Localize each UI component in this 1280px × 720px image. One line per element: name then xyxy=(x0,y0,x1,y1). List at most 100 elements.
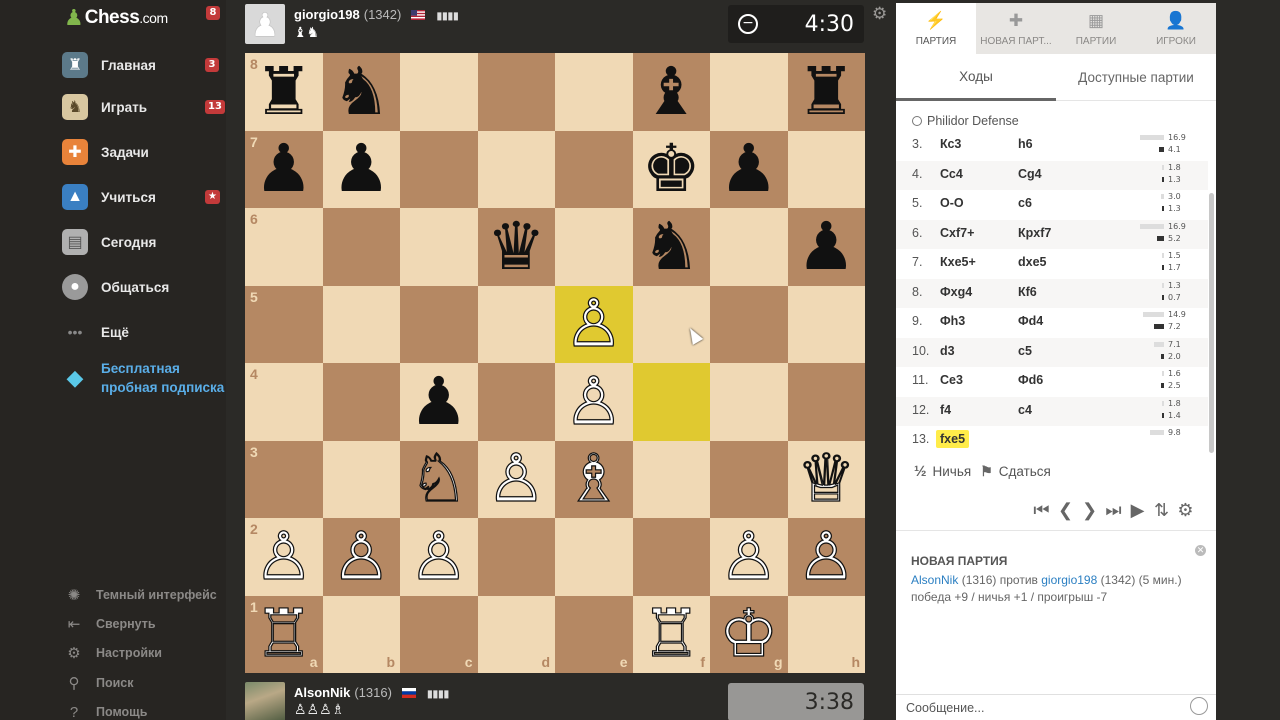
square-a6[interactable]: 6 xyxy=(245,208,323,286)
square-c6[interactable] xyxy=(400,208,478,286)
sidebar-item-social[interactable]: ● Общаться xyxy=(0,267,226,307)
chess-piece-icon[interactable]: ♟ xyxy=(797,213,856,280)
square-c1[interactable]: c xyxy=(400,595,478,673)
chat-input[interactable]: Сообщение... xyxy=(896,694,1216,720)
square-b5[interactable] xyxy=(322,285,400,363)
next-move-icon[interactable]: ❯ xyxy=(1080,500,1099,521)
square-g7[interactable]: ♟ xyxy=(710,130,788,208)
tab-games[interactable]: ▦ ПАРТИИ xyxy=(1056,3,1136,54)
black-move[interactable]: Кf6 xyxy=(1014,283,1041,301)
square-b1[interactable]: b xyxy=(322,595,400,673)
chess-piece-icon[interactable]: ♟ xyxy=(409,368,468,435)
black-move[interactable]: Сg4 xyxy=(1014,165,1046,183)
chess-piece-icon[interactable]: ♘ xyxy=(409,445,469,512)
chess-piece-icon[interactable]: ♜ xyxy=(254,58,313,125)
square-c2[interactable]: ♙ xyxy=(400,518,478,596)
black-move[interactable]: c4 xyxy=(1014,401,1036,419)
black-move[interactable]: Крxf7 xyxy=(1014,224,1055,242)
subtab-moves[interactable]: Ходы xyxy=(896,54,1056,101)
tab-game[interactable]: ⚡ ПАРТИЯ xyxy=(896,3,976,54)
square-g2[interactable]: ♙ xyxy=(710,518,788,596)
chess-logo[interactable]: ♟ Chess.com xyxy=(64,4,168,32)
white-move[interactable]: f4 xyxy=(936,401,955,419)
chess-piece-icon[interactable]: ♙ xyxy=(331,523,391,590)
square-b8[interactable]: ♞ xyxy=(322,53,400,131)
black-move[interactable]: dxe5 xyxy=(1014,253,1051,271)
chess-piece-icon[interactable]: ♞ xyxy=(642,213,701,280)
white-move[interactable]: Кс3 xyxy=(936,135,965,153)
board-settings-gear-icon[interactable]: ⚙ xyxy=(872,4,887,24)
square-a5[interactable]: 5 xyxy=(245,285,323,363)
square-b7[interactable]: ♟ xyxy=(322,130,400,208)
white-move[interactable]: fxe5 xyxy=(936,430,970,448)
square-h4[interactable] xyxy=(787,363,865,441)
chess-piece-icon[interactable]: ♜ xyxy=(797,58,856,125)
chess-piece-icon[interactable]: ♕ xyxy=(796,445,856,512)
search-link[interactable]: ⚲ Поиск xyxy=(0,669,226,697)
dark-mode-toggle[interactable]: ✺ Темный интерфейс xyxy=(0,581,226,609)
first-move-icon[interactable]: ⏮ xyxy=(1032,500,1051,521)
player-name[interactable]: giorgio198 xyxy=(294,7,360,22)
player-link[interactable]: giorgio198 xyxy=(1041,573,1097,587)
square-h1[interactable]: h xyxy=(787,595,865,673)
chess-piece-icon[interactable]: ♙ xyxy=(564,368,624,435)
gear-icon[interactable]: ⚙ xyxy=(1176,500,1195,521)
player-link[interactable]: AlsonNik xyxy=(911,573,958,587)
square-h8[interactable]: ♜ xyxy=(787,53,865,131)
square-g4[interactable] xyxy=(710,363,788,441)
square-e8[interactable] xyxy=(555,53,633,131)
emoji-icon[interactable] xyxy=(1190,697,1208,715)
flip-board-icon[interactable]: ⇅ xyxy=(1152,500,1171,521)
black-move[interactable]: h6 xyxy=(1014,135,1037,153)
chess-piece-icon[interactable]: ♖ xyxy=(254,600,314,667)
white-move[interactable]: Сxf7+ xyxy=(936,224,978,242)
square-e6[interactable] xyxy=(555,208,633,286)
avatar[interactable]: ♟ xyxy=(245,4,285,44)
help-link[interactable]: ? Помощь xyxy=(0,698,226,720)
square-e5[interactable]: ♙ xyxy=(555,285,633,363)
avatar[interactable] xyxy=(245,682,285,720)
square-c4[interactable]: ♟ xyxy=(400,363,478,441)
square-d4[interactable] xyxy=(477,363,555,441)
square-d5[interactable] xyxy=(477,285,555,363)
white-move[interactable]: Фxg4 xyxy=(936,283,976,301)
sidebar-item-play[interactable]: ♞ Играть 13 xyxy=(0,87,226,127)
square-a3[interactable]: 3 xyxy=(245,440,323,518)
settings-link[interactable]: ⚙ Настройки xyxy=(0,639,226,667)
square-d8[interactable] xyxy=(477,53,555,131)
square-d7[interactable] xyxy=(477,130,555,208)
black-move[interactable]: c5 xyxy=(1014,342,1036,360)
square-f5[interactable] xyxy=(632,285,710,363)
square-e1[interactable]: e xyxy=(555,595,633,673)
square-g5[interactable] xyxy=(710,285,788,363)
chess-piece-icon[interactable]: ♙ xyxy=(254,523,314,590)
square-e3[interactable]: ♗ xyxy=(555,440,633,518)
black-move[interactable]: Фd4 xyxy=(1014,312,1047,330)
square-d6[interactable]: ♛ xyxy=(477,208,555,286)
chess-piece-icon[interactable]: ♞ xyxy=(332,58,391,125)
square-f8[interactable]: ♝ xyxy=(632,53,710,131)
square-b4[interactable] xyxy=(322,363,400,441)
square-c8[interactable] xyxy=(400,53,478,131)
sidebar-item-puzzles[interactable]: ✚ Задачи xyxy=(0,132,226,172)
square-f4[interactable] xyxy=(632,363,710,441)
sidebar-item-learn[interactable]: ▲ Учиться ★ xyxy=(0,177,226,217)
square-f6[interactable]: ♞ xyxy=(632,208,710,286)
player-name[interactable]: AlsonNik xyxy=(294,685,350,700)
chess-board[interactable]: 8 ♜ ♞ ♝ ♜ 7 ♟ ♟ ♚ ♟ 6 ♛ ♞ ♟ 5 ♙ 4 ♟ ♙ 3 ♘ ♙ ♗ ♕ 2 ♙ ♙ ♙ ♙ ♙ 1 a ♖ b c d e f ♖ g… xyxy=(245,53,865,673)
square-c7[interactable] xyxy=(400,130,478,208)
tab-new-game[interactable]: ✚ НОВАЯ ПАРТ... xyxy=(976,3,1056,54)
chess-piece-icon[interactable]: ♝ xyxy=(642,58,701,125)
tab-players[interactable]: 👤 ИГРОКИ xyxy=(1136,3,1216,54)
square-e7[interactable] xyxy=(555,130,633,208)
sidebar-item-more[interactable]: ••• Ещё xyxy=(0,312,226,352)
resign-button[interactable]: ⚑ Сдаться xyxy=(980,463,1051,480)
square-g8[interactable] xyxy=(710,53,788,131)
bottom-player-info[interactable]: AlsonNik (1316) ▮▮▮▮ xyxy=(294,685,449,700)
chess-piece-icon[interactable]: ♟ xyxy=(332,136,391,202)
square-h7[interactable] xyxy=(787,130,865,208)
last-move-icon[interactable]: ⏭ xyxy=(1104,500,1123,521)
chess-piece-icon[interactable]: ♟ xyxy=(719,136,778,202)
close-icon[interactable]: ✕ xyxy=(1195,545,1206,556)
chess-piece-icon[interactable]: ♖ xyxy=(641,600,701,667)
